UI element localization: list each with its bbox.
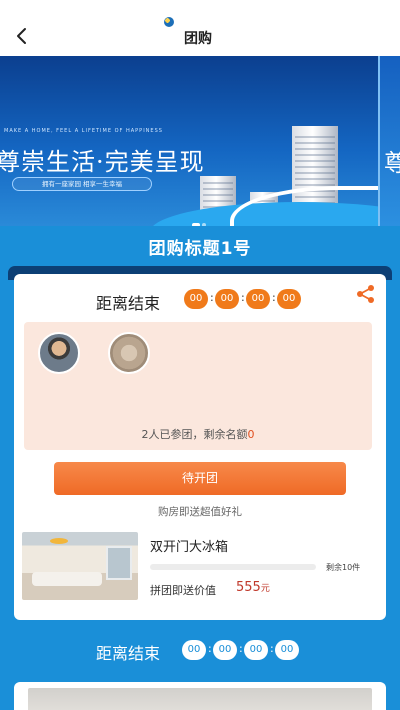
members-status: 2人已参团，剩余名额0 xyxy=(24,426,372,442)
second-countdown: 距离结束 00 : 00 : 00 : 00 xyxy=(0,636,400,666)
countdown-days: 00 xyxy=(184,289,208,309)
gift-price-value: 555 xyxy=(236,580,261,595)
app-logo-icon xyxy=(164,17,174,27)
join-hint: 购房即送超值好礼 xyxy=(158,506,242,518)
group-title: 团购标题1号 xyxy=(148,239,252,259)
countdown-minutes: 00 xyxy=(244,640,268,660)
next-group-card[interactable] xyxy=(14,682,386,710)
countdown-label: 距离结束 xyxy=(96,644,161,663)
product-name: 双开门大冰箱 xyxy=(150,540,229,555)
gift-price: 555元 xyxy=(236,580,270,595)
promo-banner[interactable]: MAKE A HOME, FEEL A LIFETIME OF HAPPINES… xyxy=(0,56,400,226)
gift-price-unit: 元 xyxy=(260,584,270,594)
gift-label: 拼团即送价值 xyxy=(150,584,216,597)
chevron-left-icon xyxy=(17,28,26,44)
countdown-separator: : xyxy=(239,642,243,655)
carousel-indicator xyxy=(192,212,210,226)
lamp-shape xyxy=(50,538,68,544)
sofa-shape xyxy=(32,572,102,586)
banner-tagline: MAKE A HOME, FEEL A LIFETIME OF HAPPINES… xyxy=(4,128,163,134)
countdown-separator: : xyxy=(272,291,276,304)
group-buy-card: 距离结束 00 : 00 : 00 : 00 2人已参团，剩余名额0 待开团 购… xyxy=(14,274,386,620)
product-image xyxy=(28,688,372,710)
members-status-text: 2人已参团，剩余名额 xyxy=(141,428,248,441)
countdown-minutes: 00 xyxy=(246,289,270,309)
countdown-label: 距离结束 xyxy=(96,294,161,313)
countdown-separator: : xyxy=(270,642,274,655)
countdown-hours: 00 xyxy=(215,289,239,309)
top-bar: 团购 xyxy=(0,0,400,56)
banner-headline: 尊崇生活·完美呈现 xyxy=(0,148,205,176)
share-icon[interactable] xyxy=(355,283,377,305)
stock-progress-bar xyxy=(150,564,316,570)
window-shape xyxy=(106,546,132,580)
carousel-dot-active xyxy=(192,223,200,226)
banner-badge: 拥有一座家园 相享一生幸福 xyxy=(12,177,152,191)
countdown-seconds: 00 xyxy=(277,289,301,309)
next-banner-slide[interactable]: 尊 xyxy=(378,56,400,226)
next-slide-headline: 尊 xyxy=(384,143,400,178)
back-button[interactable] xyxy=(10,24,34,48)
remaining-slots: 0 xyxy=(247,428,255,441)
countdown-seconds: 00 xyxy=(275,640,299,660)
countdown-hours: 00 xyxy=(213,640,237,660)
stock-remaining: 剩余10件 xyxy=(326,563,361,572)
carousel-dot xyxy=(202,223,206,226)
countdown-separator: : xyxy=(210,291,214,304)
avatar xyxy=(108,332,150,374)
page-title: 团购 xyxy=(184,31,212,47)
product-image[interactable] xyxy=(22,532,138,600)
countdown-days: 00 xyxy=(182,640,206,660)
members-panel: 2人已参团，剩余名额0 xyxy=(24,322,372,450)
avatar xyxy=(38,332,80,374)
countdown-separator: : xyxy=(241,291,245,304)
countdown-separator: : xyxy=(208,642,212,655)
join-group-button[interactable]: 待开团 xyxy=(54,462,346,495)
